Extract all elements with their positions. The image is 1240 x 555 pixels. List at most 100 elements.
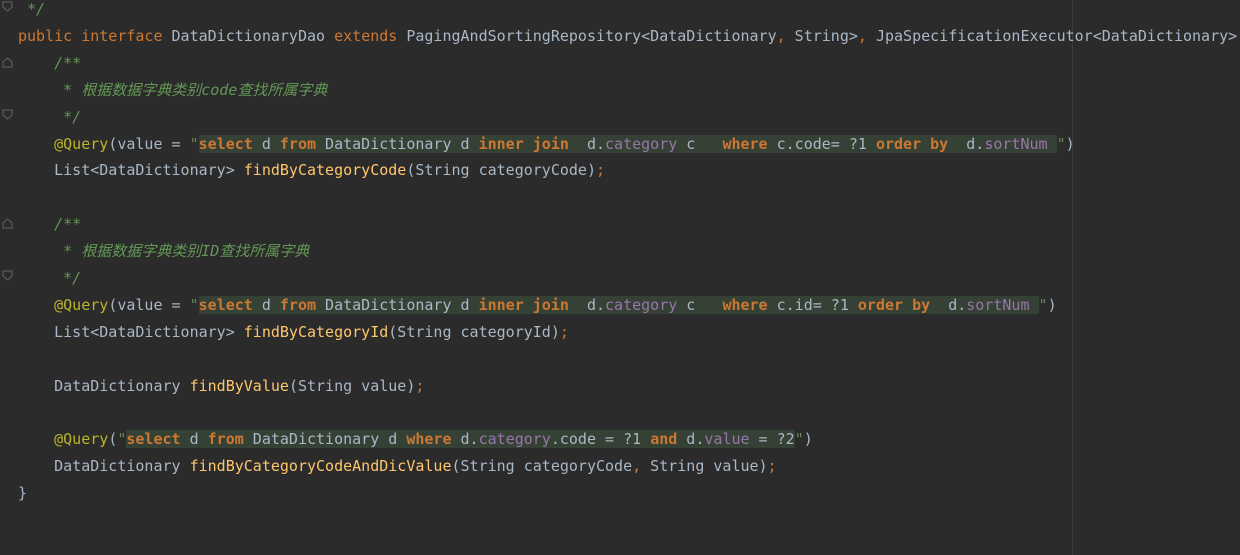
fold-close-icon[interactable] [2, 270, 13, 281]
fold-close-icon[interactable] [2, 109, 13, 120]
code-token: String value) [641, 457, 768, 476]
code-token: interface [81, 26, 163, 45]
code-token: from [207, 430, 244, 449]
code-token: ) [1047, 295, 1057, 314]
code-token: , [632, 457, 642, 476]
code-token: category [605, 134, 678, 153]
code-token: category [605, 295, 678, 314]
code-token: (String categoryCode) [406, 161, 596, 180]
code-token: ) [1065, 134, 1075, 153]
code-token: d. [930, 295, 967, 314]
code-token: ; [415, 376, 425, 395]
code-token [1047, 134, 1057, 153]
code-line[interactable]: public interface DataDictionaryDao exten… [18, 23, 1240, 49]
code-token: List<DataDictionary> [18, 161, 244, 180]
code-line[interactable]: * 根据数据字典类别ID查找所属字典 [18, 238, 309, 264]
code-token: DataDictionaryDao [162, 26, 335, 45]
code-line[interactable]: */ [18, 104, 81, 130]
code-line[interactable]: DataDictionary findByValue(String value)… [18, 373, 424, 399]
code-token: */ [18, 269, 82, 287]
code-line[interactable]: @Query(value = "select d from DataDictio… [18, 292, 1057, 318]
code-token: order by [857, 295, 931, 314]
code-token: where [722, 134, 768, 153]
code-token: d. [568, 295, 606, 314]
code-token: select [198, 134, 253, 153]
code-token: @Query [54, 134, 109, 153]
code-line[interactable]: @Query(" select d from DataDictionary d w… [18, 426, 813, 452]
code-line[interactable]: */ [18, 265, 81, 291]
code-token: order by [875, 134, 949, 153]
code-token: d. [451, 430, 479, 449]
code-token: from [279, 295, 317, 314]
code-token [1029, 295, 1039, 314]
code-token: d [180, 430, 208, 449]
code-token: inner join [478, 134, 569, 153]
code-line[interactable]: List<DataDictionary> findByCategoryCode(… [18, 157, 605, 183]
code-token: findByCategoryId [243, 322, 389, 341]
code-token: sortNum [984, 134, 1048, 153]
code-token: DataDictionary d [316, 295, 479, 314]
code-line[interactable]: DataDictionary findByCategoryCodeAndDicV… [18, 453, 777, 479]
code-line[interactable]: */ [18, 0, 45, 22]
code-token: and [650, 430, 678, 449]
code-line[interactable]: /** [18, 50, 81, 76]
code-token: DataDictionary d [243, 430, 407, 449]
code-token: d. [948, 134, 985, 153]
code-token: d [252, 134, 280, 153]
code-token: select [198, 295, 253, 314]
code-token: (String categoryCode [451, 457, 633, 476]
code-line[interactable]: } [18, 480, 27, 506]
code-token: List<DataDictionary> [18, 322, 244, 341]
code-token: findByValue [189, 376, 289, 395]
code-token: ; [767, 457, 777, 476]
code-token: , [776, 26, 786, 45]
code-token: @Query [54, 295, 109, 314]
code-token: ; [559, 322, 569, 341]
code-token: */ [18, 107, 82, 126]
code-token: = ?2 [749, 430, 795, 449]
code-line[interactable]: @Query(value = "select d from DataDictio… [18, 131, 1075, 157]
code-token: * 根据数据字典类别ID查找所属字典 [18, 242, 310, 261]
code-token: DataDictionary [18, 457, 190, 476]
code-token: public [18, 26, 73, 45]
code-token: sortNum [966, 295, 1030, 314]
code-token: " [189, 295, 199, 314]
code-token: " [794, 430, 804, 449]
code-token: c.code= ?1 [767, 134, 876, 153]
code-token: JpaSpecificationExecutor<DataDictionary>… [866, 26, 1240, 45]
code-token: ) [803, 430, 813, 449]
code-token: .code = ?1 [550, 430, 651, 449]
code-token: , [857, 26, 867, 45]
code-line[interactable]: List<DataDictionary> findByCategoryId(St… [18, 319, 569, 345]
code-token: category [478, 430, 551, 449]
code-token: where [406, 430, 452, 449]
code-token: d [252, 295, 280, 314]
code-token: findByCategoryCode [243, 161, 407, 180]
code-token: d. [568, 134, 606, 153]
code-token: DataDictionary [18, 376, 190, 395]
fold-open-icon[interactable] [2, 218, 13, 229]
code-token: c.id= ?1 [767, 295, 858, 314]
right-margin-guide [1072, 0, 1073, 555]
code-token: c [677, 134, 723, 153]
code-line[interactable]: * 根据数据字典类别code查找所属字典 [18, 77, 327, 103]
code-token: value [704, 430, 750, 449]
code-token: ; [596, 161, 606, 180]
code-token: select [126, 430, 181, 449]
code-token: * 根据数据字典类别code查找所属字典 [18, 80, 328, 99]
code-token: " [189, 134, 199, 153]
fold-close-icon[interactable] [2, 1, 13, 12]
code-token: where [722, 295, 768, 314]
code-line[interactable]: /** [18, 211, 81, 237]
code-token: ( [108, 430, 118, 449]
code-token: c [677, 295, 723, 314]
code-token: from [279, 134, 317, 153]
code-token: DataDictionary d [316, 134, 479, 153]
code-token: " [1056, 134, 1066, 153]
code-token: /** [18, 53, 82, 72]
code-token: } [18, 484, 28, 503]
fold-open-icon[interactable] [2, 57, 13, 68]
